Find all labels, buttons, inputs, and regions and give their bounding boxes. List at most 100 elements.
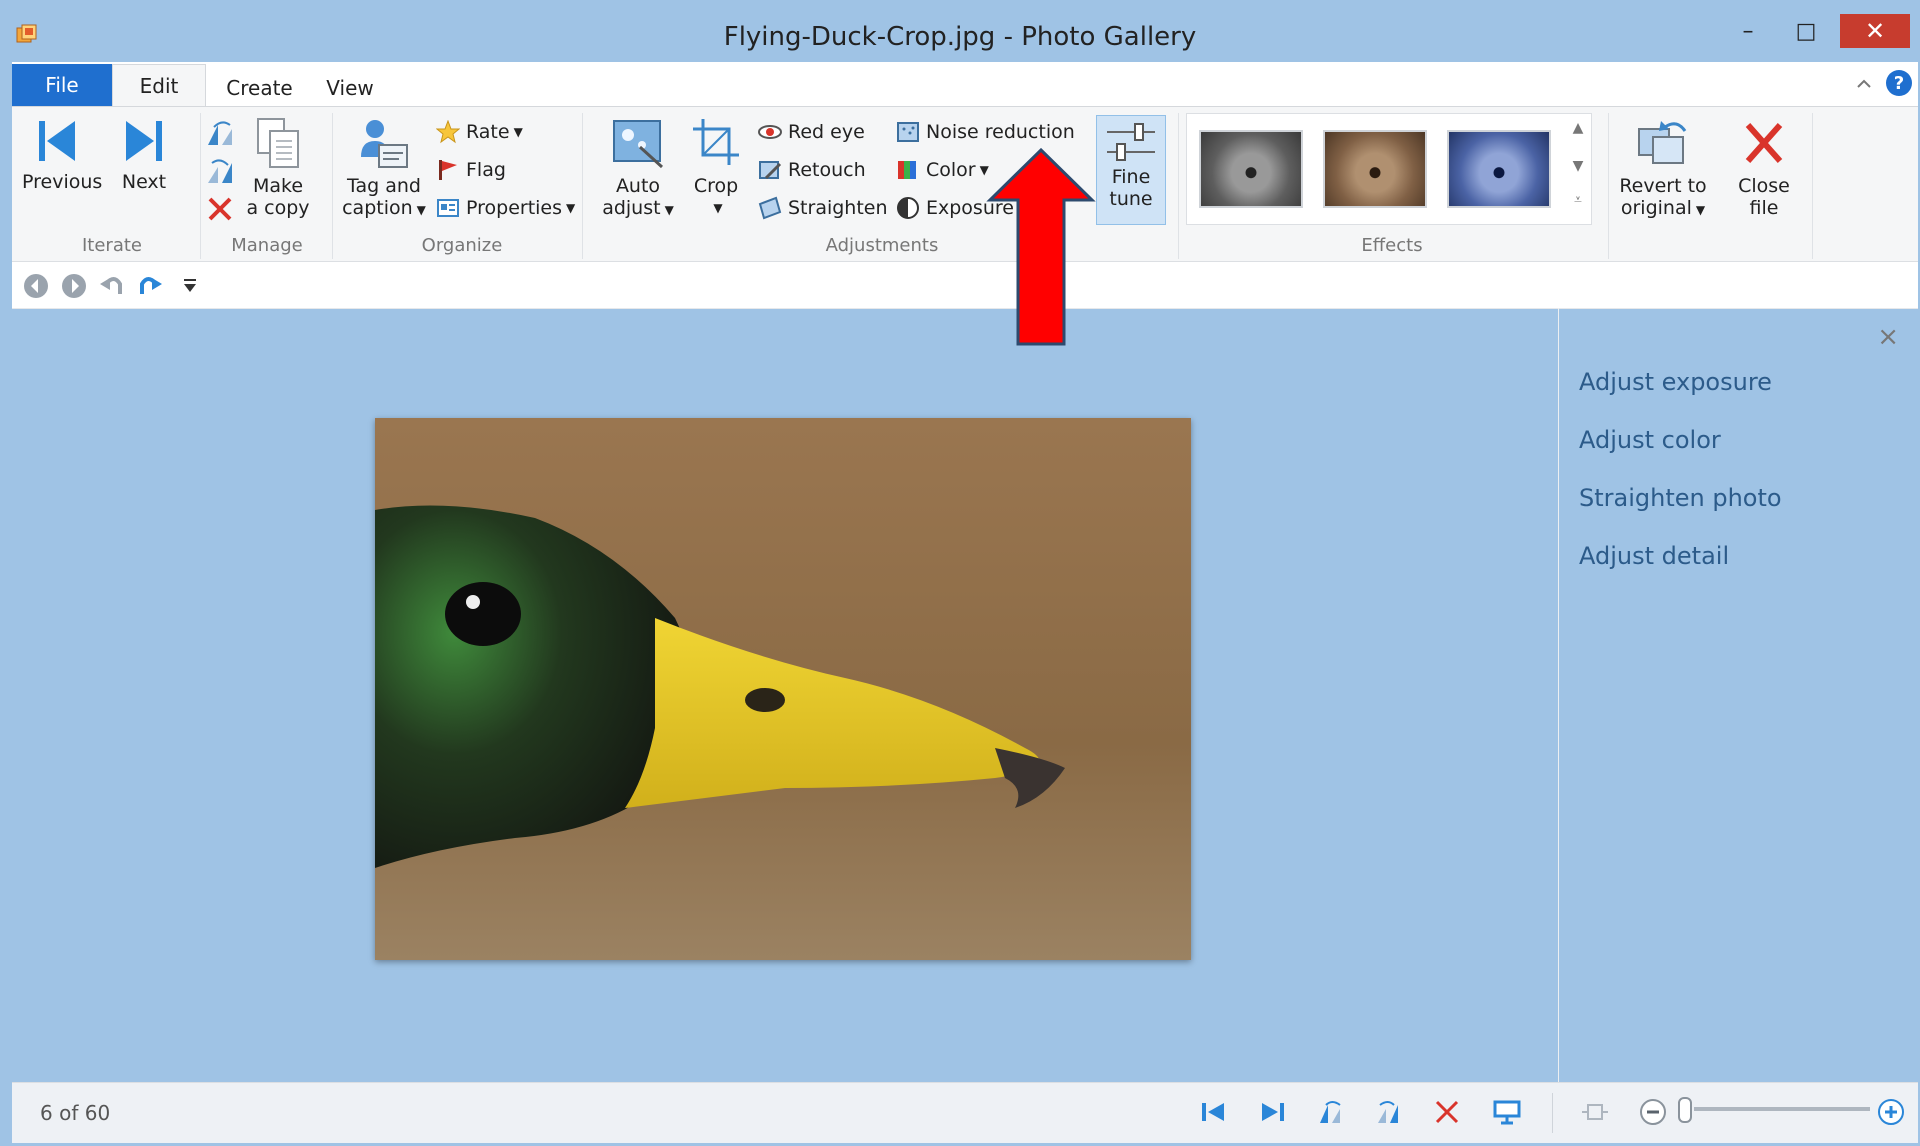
revert-to-original-button[interactable]: Revert to original ▼ bbox=[1608, 117, 1718, 221]
separator bbox=[1178, 113, 1179, 259]
annotation-arrow-icon bbox=[986, 148, 1096, 346]
color-icon bbox=[898, 161, 916, 179]
next-label: Next bbox=[121, 171, 167, 193]
delete-icon[interactable] bbox=[206, 195, 234, 223]
previous-button[interactable]: Previous bbox=[22, 117, 102, 193]
group-label-iterate: Iterate bbox=[81, 235, 142, 256]
auto-adjust-button[interactable]: Auto adjust ▼ bbox=[590, 117, 686, 221]
straighten-photo-link[interactable]: Straighten photo bbox=[1579, 484, 1782, 512]
effect-black-and-white-thumbnail[interactable] bbox=[1199, 130, 1303, 208]
rotate-right-icon[interactable] bbox=[204, 157, 238, 187]
effects-gallery: ▲ ▼ ⩡ bbox=[1186, 113, 1592, 225]
status-rotate-left-icon[interactable] bbox=[1316, 1097, 1346, 1127]
effects-more-icon[interactable]: ⩡ bbox=[1569, 192, 1587, 208]
status-previous-icon[interactable] bbox=[1198, 1097, 1228, 1127]
zoom-out-icon[interactable] bbox=[1638, 1097, 1668, 1127]
fine-tune-button[interactable]: Fine tune bbox=[1096, 115, 1166, 225]
straighten-button[interactable]: Straighten bbox=[758, 193, 888, 223]
ribbon: Previous Next Iterate Make a copy Manage… bbox=[12, 106, 1918, 262]
zoom-slider-track[interactable] bbox=[1694, 1107, 1870, 1111]
next-icon bbox=[126, 121, 162, 161]
zoom-slider-thumb[interactable] bbox=[1678, 1097, 1692, 1123]
redo-icon[interactable] bbox=[136, 272, 164, 300]
star-icon bbox=[436, 120, 460, 144]
tab-view[interactable]: View bbox=[314, 70, 386, 106]
make-copy-button[interactable]: Make a copy bbox=[238, 117, 318, 219]
fine-tune-panel: × Adjust exposure Adjust color Straighte… bbox=[1558, 308, 1919, 1082]
photo-preview[interactable] bbox=[375, 418, 1191, 960]
rotate-left-icon[interactable] bbox=[204, 119, 238, 149]
effects-scroll-down-icon[interactable]: ▼ bbox=[1569, 158, 1587, 174]
close-window-button[interactable]: ✕ bbox=[1840, 14, 1910, 48]
separator bbox=[332, 113, 333, 259]
flag-button[interactable]: Flag bbox=[436, 155, 506, 185]
crop-dropdown-icon[interactable]: ▼ bbox=[692, 197, 744, 219]
crop-button[interactable]: Crop ▼ bbox=[688, 117, 744, 219]
undo-icon[interactable] bbox=[98, 272, 126, 300]
exposure-icon bbox=[897, 197, 919, 219]
close-file-icon bbox=[1745, 123, 1783, 163]
tab-edit[interactable]: Edit bbox=[112, 64, 206, 106]
window-title: Flying-Duck-Crop.jpg - Photo Gallery bbox=[723, 22, 1197, 52]
revert-label-line2: original ▼ bbox=[1620, 197, 1706, 219]
zoom-in-icon[interactable] bbox=[1876, 1097, 1906, 1127]
quick-access-toolbar bbox=[12, 262, 1918, 309]
straighten-icon bbox=[758, 196, 782, 220]
adjust-exposure-link[interactable]: Adjust exposure bbox=[1579, 368, 1772, 396]
color-button[interactable]: Color ▼ bbox=[896, 155, 989, 185]
minimize-button[interactable]: – bbox=[1724, 14, 1772, 48]
noise-reduction-label: Noise reduction bbox=[926, 121, 1075, 143]
noise-reduction-button[interactable]: Noise reduction bbox=[896, 117, 1075, 147]
effect-sepia-thumbnail[interactable] bbox=[1323, 130, 1427, 208]
forward-icon[interactable] bbox=[60, 272, 88, 300]
crop-icon bbox=[693, 119, 739, 165]
back-icon[interactable] bbox=[22, 272, 50, 300]
separator bbox=[582, 113, 583, 259]
fine-tune-label-line2: tune bbox=[1109, 188, 1153, 210]
tab-file[interactable]: File bbox=[12, 64, 112, 106]
effect-cyanotype-thumbnail[interactable] bbox=[1447, 130, 1551, 208]
title-bar: Flying-Duck-Crop.jpg - Photo Gallery – □… bbox=[0, 0, 1920, 62]
rate-label: Rate bbox=[466, 121, 510, 143]
color-label: Color bbox=[926, 159, 976, 181]
maximize-button[interactable]: □ bbox=[1780, 14, 1832, 48]
make-copy-label-line2: a copy bbox=[246, 197, 310, 219]
effects-scroll-up-icon[interactable]: ▲ bbox=[1569, 120, 1587, 136]
flag-icon bbox=[439, 160, 457, 180]
status-delete-icon[interactable] bbox=[1432, 1097, 1462, 1127]
rate-button[interactable]: Rate ▼ bbox=[436, 117, 523, 147]
tab-create[interactable]: Create bbox=[212, 70, 307, 106]
next-button[interactable]: Next bbox=[114, 117, 174, 193]
make-copy-label-line1: Make bbox=[252, 175, 304, 197]
customize-toolbar-icon[interactable] bbox=[176, 272, 204, 300]
group-label-manage: Manage bbox=[231, 235, 303, 256]
straighten-label: Straighten bbox=[788, 197, 888, 219]
tag-caption-button[interactable]: Tag and caption ▼ bbox=[336, 117, 432, 221]
help-button[interactable]: ? bbox=[1886, 70, 1912, 96]
status-next-icon[interactable] bbox=[1258, 1097, 1288, 1127]
adjust-detail-link[interactable]: Adjust detail bbox=[1579, 542, 1729, 570]
close-file-label-line2: file bbox=[1749, 197, 1779, 219]
retouch-button[interactable]: Retouch bbox=[758, 155, 866, 185]
revert-icon bbox=[1638, 121, 1687, 164]
minimize-ribbon-icon[interactable] bbox=[1856, 76, 1872, 92]
revert-label-line1: Revert to bbox=[1619, 175, 1707, 197]
status-separator bbox=[1552, 1093, 1553, 1133]
properties-button[interactable]: Properties ▼ bbox=[436, 193, 575, 223]
close-file-button[interactable]: Close file bbox=[1728, 117, 1800, 219]
actual-size-icon[interactable] bbox=[1580, 1097, 1610, 1127]
properties-icon bbox=[437, 199, 459, 217]
status-bar: 6 of 60 bbox=[12, 1082, 1918, 1143]
status-rotate-right-icon[interactable] bbox=[1374, 1097, 1404, 1127]
retouch-label: Retouch bbox=[788, 159, 866, 181]
red-eye-button[interactable]: Red eye bbox=[758, 117, 865, 147]
tag-caption-icon bbox=[361, 120, 408, 168]
adjust-color-link[interactable]: Adjust color bbox=[1579, 426, 1721, 454]
properties-label: Properties bbox=[466, 197, 563, 219]
noise-reduction-icon bbox=[897, 122, 919, 142]
separator bbox=[200, 113, 201, 259]
slideshow-icon[interactable] bbox=[1492, 1097, 1522, 1127]
panel-close-icon[interactable]: × bbox=[1877, 322, 1899, 352]
eye-icon bbox=[758, 125, 782, 139]
separator bbox=[1812, 113, 1813, 259]
